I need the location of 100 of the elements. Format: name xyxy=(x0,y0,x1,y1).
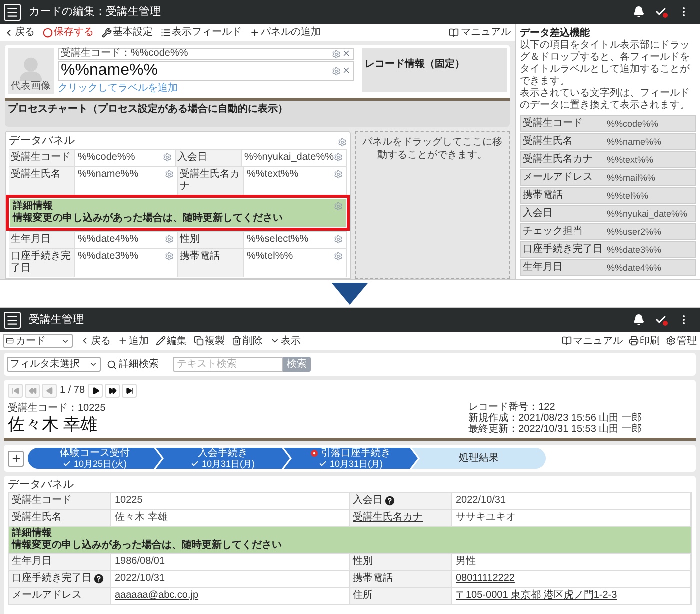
field-value: %%name%% xyxy=(78,169,139,181)
process-step[interactable]: 体験コース受付 10月25日(火) xyxy=(28,448,162,469)
gear-icon[interactable] xyxy=(334,170,343,179)
gear-icon[interactable] xyxy=(334,202,343,211)
pencil-icon xyxy=(156,336,166,346)
draggable-field[interactable]: 受講生コード %%code%% xyxy=(520,115,696,132)
process-step[interactable]: 入会手続き 10月31日(月) xyxy=(156,448,290,469)
note-title: 詳細情報 xyxy=(12,528,53,539)
note-text: 情報変更の申し込みがあった場合は、随時更新してください xyxy=(13,213,283,225)
field-label: メールアドレス xyxy=(523,172,594,184)
bell-icon[interactable] xyxy=(633,6,645,18)
menu-button[interactable] xyxy=(4,312,21,328)
field-value: %%code%% xyxy=(607,118,659,130)
detail-search-button[interactable]: 詳細検索 xyxy=(107,357,159,372)
step-name: 入会手続き xyxy=(198,448,248,458)
gear-icon[interactable] xyxy=(334,252,343,261)
toolbar-button[interactable]: 削除 xyxy=(232,334,263,348)
manual-link[interactable]: マニュアル xyxy=(449,25,511,40)
avatar-placeholder[interactable]: 代表画像 xyxy=(8,48,54,94)
gear-icon[interactable] xyxy=(165,170,174,179)
draggable-field[interactable]: 入会日 %%nyukai_date%% xyxy=(520,205,696,222)
wrench-icon xyxy=(102,28,112,38)
toolbar-button[interactable]: 編集 xyxy=(156,334,187,348)
title-field[interactable]: 受講生コード：%%code%% xyxy=(58,48,354,60)
gear-icon[interactable] xyxy=(338,138,347,146)
check-icon xyxy=(318,460,327,468)
gear-icon[interactable] xyxy=(162,153,172,162)
field-link[interactable]: 08011112222 xyxy=(456,573,515,585)
play-icon xyxy=(92,386,100,394)
field-label: 受講生コード xyxy=(523,118,584,130)
toolbar-button[interactable]: パネルの追加 xyxy=(250,25,321,40)
draggable-field[interactable]: チェック担当 %%user2%% xyxy=(520,223,696,240)
gear-icon[interactable] xyxy=(165,235,174,244)
draggable-field[interactable]: 受講生氏名 %%name%% xyxy=(520,133,696,150)
gear-icon[interactable] xyxy=(165,252,174,261)
record-meta: 新規作成：2021/08/23 15:56 山田 一郎 xyxy=(468,413,642,424)
toolbar-button[interactable]: 追加 xyxy=(118,334,149,348)
menu-icon xyxy=(6,314,19,326)
toolbar-button[interactable]: 管理 xyxy=(666,334,697,348)
field-value: %%date3%% xyxy=(607,244,662,256)
plus-icon xyxy=(118,336,128,346)
field-label: 生年月日 xyxy=(12,556,52,568)
field-label: 生年月日 xyxy=(11,234,52,246)
pager-button[interactable] xyxy=(88,384,104,398)
view-select[interactable]: カード xyxy=(3,334,73,348)
pager-button[interactable] xyxy=(105,384,120,398)
rewind-icon xyxy=(28,386,36,394)
toolbar-button[interactable]: 戻る xyxy=(80,334,111,348)
field-value: %%date4%% xyxy=(78,234,139,246)
copy-icon xyxy=(194,336,204,346)
skip-forward-icon xyxy=(126,386,134,394)
draggable-field[interactable]: 口座手続き完了日 %%date3%% xyxy=(520,241,696,258)
toolbar-button[interactable]: 表示フィールド xyxy=(161,25,242,40)
add-button[interactable] xyxy=(8,450,24,466)
draggable-field[interactable]: 生年月日 %%date4%% xyxy=(520,259,696,276)
gear-icon[interactable] xyxy=(332,50,341,59)
title-field[interactable]: %%name%% xyxy=(58,61,354,81)
toolbar-button[interactable]: 保存する xyxy=(43,25,94,40)
toolbar-button[interactable]: 基本設定 xyxy=(102,25,153,40)
field-value: %%tel%% xyxy=(247,251,294,263)
sidebar-description: 表示されている文字列は、フィールドのデータに置き換えて表示されます。 xyxy=(520,88,691,112)
gear-icon[interactable] xyxy=(334,235,343,244)
pager-button[interactable] xyxy=(122,384,138,398)
app-title: カードの編集：受講生管理 xyxy=(29,4,161,20)
process-step[interactable]: 引落口座手続き 10月31日(月) xyxy=(284,448,418,469)
process-step[interactable]: 処理結果 xyxy=(412,448,546,469)
toolbar-button[interactable]: 印刷 xyxy=(629,334,660,348)
close-icon[interactable] xyxy=(342,49,351,58)
note-text: 情報変更の申し込みがあった場合は、随時更新してください xyxy=(12,540,283,552)
step-date: 10月31日(月) xyxy=(202,458,255,468)
draggable-field[interactable]: 受講生氏名カナ %%text%% xyxy=(520,151,696,168)
gear-icon[interactable] xyxy=(332,67,341,76)
field-value: 1986/08/01 xyxy=(115,556,166,568)
close-icon[interactable] xyxy=(342,66,351,75)
field-value: %%select%% xyxy=(247,234,309,246)
bell-icon[interactable] xyxy=(633,314,645,326)
field-link[interactable]: 〒105-0001 東京都 港区虎ノ門1-2-3 xyxy=(456,590,618,602)
draggable-field[interactable]: 携帯電話 %%tel%% xyxy=(520,187,696,204)
gear-icon[interactable] xyxy=(334,153,343,162)
menu-button[interactable] xyxy=(4,4,21,20)
toolbar-button[interactable]: マニュアル xyxy=(562,334,623,348)
check-with-dot-icon[interactable] xyxy=(655,6,668,18)
field-value: %%code%% xyxy=(78,152,136,164)
field-value: %%mail%% xyxy=(607,172,656,184)
draggable-field[interactable]: メールアドレス %%mail%% xyxy=(520,169,696,186)
toolbar-button[interactable]: 表示 xyxy=(270,334,301,348)
field-label: 口座手続き完了日 xyxy=(523,244,604,256)
search-field[interactable]: テキスト検索 xyxy=(173,357,283,372)
field-link[interactable]: aaaaaa@abc.co.jp xyxy=(115,590,199,602)
toolbar-button[interactable]: 複製 xyxy=(194,334,225,348)
record-meta: 最終更新：2022/10/31 15:53 山田 一郎 xyxy=(468,424,642,435)
filter-select[interactable]: フィルタ未選択 xyxy=(7,357,101,372)
menu-icon xyxy=(6,6,19,18)
field-value: %%date4%% xyxy=(607,262,662,274)
toolbar-button[interactable]: 戻る xyxy=(4,25,35,40)
sidebar-description: 以下の項目をタイトル表示部にドラッグ＆ドロップすると、各フィールドをタイトルラベルとして追加することができます。 xyxy=(520,40,691,88)
field-value: %%user2%% xyxy=(607,226,662,238)
search-icon xyxy=(107,360,117,370)
check-with-dot-icon[interactable] xyxy=(655,314,668,326)
field-label: 携帯電話 xyxy=(353,573,393,585)
